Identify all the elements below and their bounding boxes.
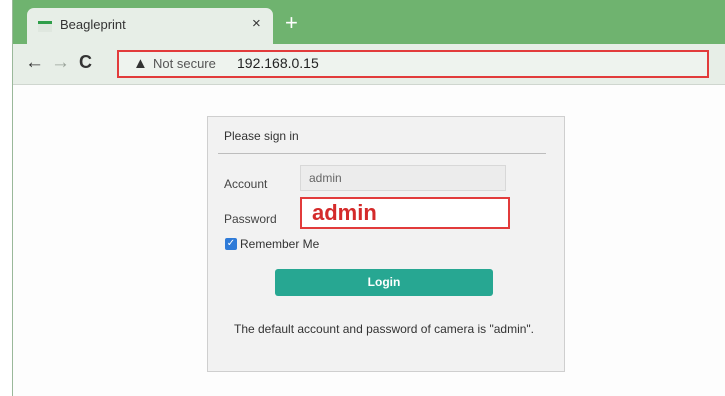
address-bar[interactable]: ▲ Not secure 192.168.0.15 xyxy=(117,50,709,78)
password-field[interactable]: admin xyxy=(300,197,510,229)
forward-arrow-icon[interactable]: → xyxy=(51,53,70,73)
divider xyxy=(218,153,546,154)
password-label: Password xyxy=(224,212,277,226)
remember-me-label[interactable]: Remember Me xyxy=(240,237,319,251)
panel-title: Please sign in xyxy=(224,129,299,143)
login-panel: Please sign in Account admin Password ad… xyxy=(207,116,565,372)
security-status[interactable]: Not secure xyxy=(153,56,216,71)
close-tab-icon[interactable]: × xyxy=(252,15,261,33)
account-value: admin xyxy=(309,171,342,185)
page-viewport: Please sign in Account admin Password ad… xyxy=(13,85,725,396)
remember-me-checkbox[interactable]: ✓ xyxy=(225,238,237,250)
login-button[interactable]: Login xyxy=(275,269,493,296)
url-text[interactable]: 192.168.0.15 xyxy=(237,55,319,71)
new-tab-icon[interactable]: + xyxy=(285,12,298,34)
account-label: Account xyxy=(224,177,268,191)
browser-toolbar: ← → C ▲ Not secure 192.168.0.15 xyxy=(13,44,725,85)
browser-tab[interactable]: Beagleprint × xyxy=(27,8,273,44)
password-value: admin xyxy=(312,200,377,225)
warning-icon[interactable]: ▲ xyxy=(133,55,148,73)
tab-strip: Beagleprint × + xyxy=(13,0,725,44)
tab-title: Beagleprint xyxy=(60,17,126,32)
page-favicon-icon xyxy=(38,21,52,32)
default-credentials-note: The default account and password of came… xyxy=(234,322,535,336)
reload-icon[interactable]: C xyxy=(79,52,92,72)
account-field[interactable]: admin xyxy=(300,165,506,191)
back-arrow-icon[interactable]: ← xyxy=(25,53,44,73)
browser-window: Beagleprint × + ← → C ▲ Not secure 192.1… xyxy=(12,0,725,396)
